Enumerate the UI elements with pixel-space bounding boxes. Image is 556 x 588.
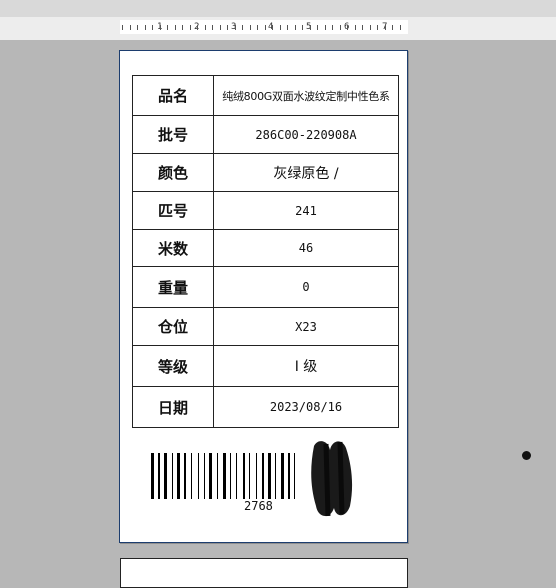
ruler-tick (310, 25, 311, 30)
barcode-bar (164, 453, 167, 499)
barcode-bar (230, 453, 231, 499)
ruler-tick (182, 25, 183, 30)
field-key: 批号 (132, 115, 214, 154)
field-value[interactable]: 241 (213, 191, 399, 230)
ruler-tick (355, 25, 356, 30)
label-table: 品名 纯绒800G双面水波纹定制中性色系 批号 286C00-220908A 颜… (132, 75, 399, 428)
barcode-bar (209, 453, 212, 499)
ruler-tick (265, 25, 266, 30)
ruler-tick (287, 25, 288, 30)
ruler-tick (242, 25, 243, 30)
field-key: 米数 (132, 229, 214, 267)
ruler-tick (280, 25, 281, 30)
table-row: 等级 I 级 (132, 345, 399, 387)
barcode-bar (204, 453, 205, 499)
field-value[interactable]: 0 (213, 266, 399, 308)
field-key: 等级 (132, 345, 214, 387)
redaction-scribble (311, 441, 353, 517)
table-row: 日期 2023/08/16 (132, 386, 399, 428)
ruler-tick (197, 25, 198, 30)
ruler-tick (317, 25, 318, 30)
field-key: 日期 (132, 386, 214, 428)
field-key: 品名 (132, 75, 214, 116)
ruler-tick (235, 25, 236, 30)
ruler-tick (257, 25, 258, 30)
ruler-tick (325, 25, 326, 30)
barcode-bar (217, 453, 218, 499)
barcode-bar (198, 453, 199, 499)
barcode-bar (281, 453, 284, 499)
barcode-bar (191, 453, 192, 499)
field-value[interactable]: 灰绿原色 / (213, 153, 399, 192)
ruler-tick (362, 25, 363, 30)
field-key: 重量 (132, 266, 214, 308)
field-value[interactable]: X23 (213, 307, 399, 346)
label-page: 品名 纯绒800G双面水波纹定制中性色系 批号 286C00-220908A 颜… (119, 50, 408, 543)
ruler-tick (347, 25, 348, 30)
table-row: 匹号 241 (132, 191, 399, 230)
ruler-tick (160, 25, 161, 30)
barcode-bar (236, 453, 237, 499)
barcode-bar (223, 453, 226, 499)
field-key: 仓位 (132, 307, 214, 346)
window-top-bar (0, 0, 556, 18)
barcode-bar (294, 453, 295, 499)
ruler-tick (167, 25, 168, 30)
field-value[interactable]: 286C00-220908A (213, 115, 399, 154)
ruler-tick (152, 25, 153, 30)
barcode-bar (172, 453, 173, 499)
ruler-tick (370, 25, 371, 30)
ruler-tick (175, 25, 176, 30)
ruler-tick (392, 25, 393, 30)
field-value[interactable]: 46 (213, 229, 399, 267)
table-row: 仓位 X23 (132, 307, 399, 346)
table-row: 品名 纯绒800G双面水波纹定制中性色系 (132, 75, 399, 116)
table-row: 颜色 灰绿原色 / (132, 153, 399, 192)
barcode-bar (177, 453, 180, 499)
barcode-bar (256, 453, 257, 499)
next-label-page (120, 558, 408, 588)
ruler-tick (220, 25, 221, 30)
ruler-tick (212, 25, 213, 30)
barcode-bar (243, 453, 245, 499)
ruler-tick (400, 25, 401, 30)
field-value[interactable]: I 级 (213, 345, 399, 387)
barcode-number: 2768 (244, 499, 273, 513)
table-row: 米数 46 (132, 229, 399, 267)
ruler-tick (145, 25, 146, 30)
ruler-tick (122, 25, 123, 30)
ruler-tick (137, 25, 138, 30)
barcode-bar (249, 453, 250, 499)
ruler-tick (302, 25, 303, 30)
ruler-tick (340, 25, 341, 30)
barcode-bar (184, 453, 186, 499)
barcode-bar (268, 453, 271, 499)
ruler-tick (377, 25, 378, 30)
ruler-tick (227, 25, 228, 30)
field-key: 匹号 (132, 191, 214, 230)
field-value[interactable]: 纯绒800G双面水波纹定制中性色系 (213, 75, 399, 116)
barcode-bar (158, 453, 160, 499)
barcode-bar (262, 453, 264, 499)
ruler-tick (190, 25, 191, 30)
field-key: 颜色 (132, 153, 214, 192)
ruler-tick (205, 25, 206, 30)
barcode-bar (288, 453, 290, 499)
ruler-tick (250, 25, 251, 30)
barcode-bar (151, 453, 154, 499)
barcode-bar (275, 453, 276, 499)
cursor-dot (522, 451, 531, 460)
ruler-tick (332, 25, 333, 30)
horizontal-ruler[interactable]: 1 2 3 4 5 6 7 (120, 20, 408, 34)
field-value[interactable]: 2023/08/16 (213, 386, 399, 428)
ruler-tick (385, 25, 386, 30)
table-row: 重量 0 (132, 266, 399, 308)
table-row: 批号 286C00-220908A (132, 115, 399, 154)
ruler-tick (295, 25, 296, 30)
ruler-tick (130, 25, 131, 30)
ruler-tick (272, 25, 273, 30)
